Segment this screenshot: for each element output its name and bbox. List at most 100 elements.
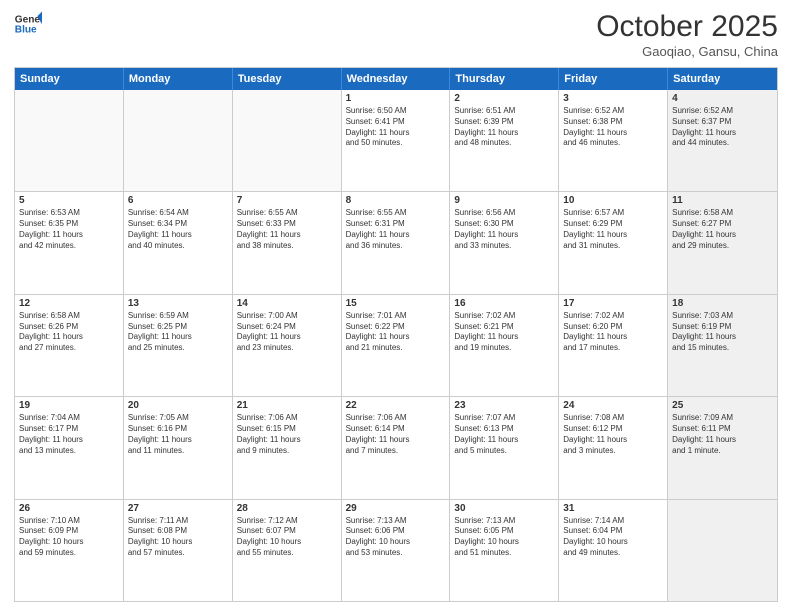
day-number: 4: [672, 93, 773, 104]
calendar-cell-7: 7 Sunrise: 6:55 AM Sunset: 6:33 PM Daylig…: [233, 192, 342, 293]
day-number: 14: [237, 298, 337, 309]
day-info: Sunrise: 6:53 AM Sunset: 6:35 PM Dayligh…: [19, 208, 119, 251]
calendar-cell-empty-0-0: [15, 90, 124, 191]
calendar-cell-empty-0-2: [233, 90, 342, 191]
day-info: Sunrise: 7:13 AM Sunset: 6:05 PM Dayligh…: [454, 516, 554, 559]
month-title: October 2025: [596, 10, 778, 44]
day-info: Sunrise: 7:02 AM Sunset: 6:20 PM Dayligh…: [563, 311, 663, 354]
calendar-cell-23: 23 Sunrise: 7:07 AM Sunset: 6:13 PM Dayli…: [450, 397, 559, 498]
day-info: Sunrise: 7:02 AM Sunset: 6:21 PM Dayligh…: [454, 311, 554, 354]
day-number: 12: [19, 298, 119, 309]
day-info: Sunrise: 6:51 AM Sunset: 6:39 PM Dayligh…: [454, 106, 554, 149]
day-number: 6: [128, 195, 228, 206]
day-number: 9: [454, 195, 554, 206]
day-info: Sunrise: 6:58 AM Sunset: 6:26 PM Dayligh…: [19, 311, 119, 354]
day-info: Sunrise: 7:09 AM Sunset: 6:11 PM Dayligh…: [672, 413, 773, 456]
day-info: Sunrise: 6:54 AM Sunset: 6:34 PM Dayligh…: [128, 208, 228, 251]
day-number: 29: [346, 503, 446, 514]
location: Gaoqiao, Gansu, China: [596, 44, 778, 59]
day-info: Sunrise: 6:55 AM Sunset: 6:31 PM Dayligh…: [346, 208, 446, 251]
day-info: Sunrise: 7:13 AM Sunset: 6:06 PM Dayligh…: [346, 516, 446, 559]
day-number: 17: [563, 298, 663, 309]
calendar-cell-27: 27 Sunrise: 7:11 AM Sunset: 6:08 PM Dayli…: [124, 500, 233, 601]
calendar-cell-16: 16 Sunrise: 7:02 AM Sunset: 6:21 PM Dayli…: [450, 295, 559, 396]
calendar-cell-2: 2 Sunrise: 6:51 AM Sunset: 6:39 PM Daylig…: [450, 90, 559, 191]
calendar-cell-29: 29 Sunrise: 7:13 AM Sunset: 6:06 PM Dayli…: [342, 500, 451, 601]
calendar-cell-19: 19 Sunrise: 7:04 AM Sunset: 6:17 PM Dayli…: [15, 397, 124, 498]
logo: General Blue: [14, 10, 42, 38]
calendar-cell-15: 15 Sunrise: 7:01 AM Sunset: 6:22 PM Dayli…: [342, 295, 451, 396]
calendar-cell-20: 20Sunrise: 7:05 AM Sunset: 6:16 PM Dayli…: [124, 397, 233, 498]
day-number: 24: [563, 400, 663, 411]
calendar-cell-12: 12 Sunrise: 6:58 AM Sunset: 6:26 PM Dayli…: [15, 295, 124, 396]
day-number: 25: [672, 400, 773, 411]
day-info: Sunrise: 7:14 AM Sunset: 6:04 PM Dayligh…: [563, 516, 663, 559]
calendar-cell-11: 11 Sunrise: 6:58 AM Sunset: 6:27 PM Dayli…: [668, 192, 777, 293]
day-number: 5: [19, 195, 119, 206]
header: General Blue October 2025 Gaoqiao, Gansu…: [14, 10, 778, 59]
calendar-cell-30: 30 Sunrise: 7:13 AM Sunset: 6:05 PM Dayli…: [450, 500, 559, 601]
weekday-header-friday: Friday: [559, 68, 668, 90]
day-number: 3: [563, 93, 663, 104]
day-info: Sunrise: 7:06 AM Sunset: 6:14 PM Dayligh…: [346, 413, 446, 456]
calendar-body: 1Sunrise: 6:50 AM Sunset: 6:41 PM Daylig…: [15, 90, 777, 601]
day-info: Sunrise: 6:56 AM Sunset: 6:30 PM Dayligh…: [454, 208, 554, 251]
calendar-cell-6: 6 Sunrise: 6:54 AM Sunset: 6:34 PM Daylig…: [124, 192, 233, 293]
day-number: 27: [128, 503, 228, 514]
day-number: 28: [237, 503, 337, 514]
day-number: 13: [128, 298, 228, 309]
day-info: Sunrise: 7:08 AM Sunset: 6:12 PM Dayligh…: [563, 413, 663, 456]
calendar-cell-24: 24 Sunrise: 7:08 AM Sunset: 6:12 PM Dayli…: [559, 397, 668, 498]
calendar-cell-28: 28 Sunrise: 7:12 AM Sunset: 6:07 PM Dayli…: [233, 500, 342, 601]
calendar-header: SundayMondayTuesdayWednesdayThursdayFrid…: [15, 68, 777, 90]
day-info: Sunrise: 7:07 AM Sunset: 6:13 PM Dayligh…: [454, 413, 554, 456]
calendar-cell-empty-0-1: [124, 90, 233, 191]
page: General Blue October 2025 Gaoqiao, Gansu…: [0, 0, 792, 612]
day-info: Sunrise: 6:50 AM Sunset: 6:41 PM Dayligh…: [346, 106, 446, 149]
calendar-cell-13: 13 Sunrise: 6:59 AM Sunset: 6:25 PM Dayli…: [124, 295, 233, 396]
day-info: Sunrise: 7:05 AM Sunset: 6:16 PM Dayligh…: [128, 413, 228, 456]
calendar-cell-14: 14 Sunrise: 7:00 AM Sunset: 6:24 PM Dayli…: [233, 295, 342, 396]
calendar-cell-21: 21 Sunrise: 7:06 AM Sunset: 6:15 PM Dayli…: [233, 397, 342, 498]
calendar-cell-8: 8Sunrise: 6:55 AM Sunset: 6:31 PM Daylig…: [342, 192, 451, 293]
day-number: 7: [237, 195, 337, 206]
calendar-cell-5: 5 Sunrise: 6:53 AM Sunset: 6:35 PM Daylig…: [15, 192, 124, 293]
day-number: 2: [454, 93, 554, 104]
calendar-cell-1: 1Sunrise: 6:50 AM Sunset: 6:41 PM Daylig…: [342, 90, 451, 191]
day-number: 10: [563, 195, 663, 206]
day-info: Sunrise: 6:58 AM Sunset: 6:27 PM Dayligh…: [672, 208, 773, 251]
day-info: Sunrise: 7:11 AM Sunset: 6:08 PM Dayligh…: [128, 516, 228, 559]
day-info: Sunrise: 6:59 AM Sunset: 6:25 PM Dayligh…: [128, 311, 228, 354]
weekday-header-wednesday: Wednesday: [342, 68, 451, 90]
day-info: Sunrise: 7:04 AM Sunset: 6:17 PM Dayligh…: [19, 413, 119, 456]
day-number: 23: [454, 400, 554, 411]
day-number: 16: [454, 298, 554, 309]
calendar-row-2: 12 Sunrise: 6:58 AM Sunset: 6:26 PM Dayli…: [15, 295, 777, 397]
day-info: Sunrise: 6:55 AM Sunset: 6:33 PM Dayligh…: [237, 208, 337, 251]
day-number: 19: [19, 400, 119, 411]
calendar-cell-22: 22 Sunrise: 7:06 AM Sunset: 6:14 PM Dayli…: [342, 397, 451, 498]
calendar-cell-empty-4-6: [668, 500, 777, 601]
weekday-header-thursday: Thursday: [450, 68, 559, 90]
calendar-cell-17: 17 Sunrise: 7:02 AM Sunset: 6:20 PM Dayli…: [559, 295, 668, 396]
calendar-cell-26: 26Sunrise: 7:10 AM Sunset: 6:09 PM Dayli…: [15, 500, 124, 601]
day-info: Sunrise: 7:00 AM Sunset: 6:24 PM Dayligh…: [237, 311, 337, 354]
logo-icon: General Blue: [14, 10, 42, 38]
calendar-row-3: 19 Sunrise: 7:04 AM Sunset: 6:17 PM Dayli…: [15, 397, 777, 499]
day-info: Sunrise: 6:52 AM Sunset: 6:37 PM Dayligh…: [672, 106, 773, 149]
day-info: Sunrise: 7:01 AM Sunset: 6:22 PM Dayligh…: [346, 311, 446, 354]
day-info: Sunrise: 7:10 AM Sunset: 6:09 PM Dayligh…: [19, 516, 119, 559]
day-number: 18: [672, 298, 773, 309]
calendar-row-0: 1Sunrise: 6:50 AM Sunset: 6:41 PM Daylig…: [15, 90, 777, 192]
day-number: 15: [346, 298, 446, 309]
day-number: 11: [672, 195, 773, 206]
weekday-header-saturday: Saturday: [668, 68, 777, 90]
day-info: Sunrise: 7:06 AM Sunset: 6:15 PM Dayligh…: [237, 413, 337, 456]
day-number: 22: [346, 400, 446, 411]
day-info: Sunrise: 7:12 AM Sunset: 6:07 PM Dayligh…: [237, 516, 337, 559]
calendar-cell-10: 10Sunrise: 6:57 AM Sunset: 6:29 PM Dayli…: [559, 192, 668, 293]
day-info: Sunrise: 7:03 AM Sunset: 6:19 PM Dayligh…: [672, 311, 773, 354]
day-number: 21: [237, 400, 337, 411]
svg-text:Blue: Blue: [15, 25, 37, 36]
day-number: 30: [454, 503, 554, 514]
